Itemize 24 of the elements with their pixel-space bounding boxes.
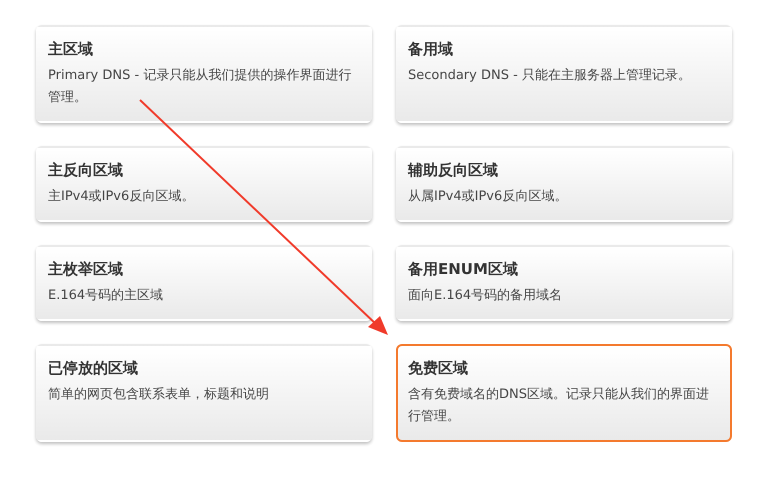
- zone-title: 免费区域: [408, 358, 469, 379]
- zone-description: 从属IPv4或IPv6反向区域。: [408, 188, 568, 206]
- zone-description: 简单的网页包含联系表单，标题和说明: [48, 386, 270, 404]
- zone-option-card[interactable]: 备用ENUM区域 面向E.164号码的备用域名: [396, 245, 732, 321]
- zone-description: 主IPv4或IPv6反向区域。: [48, 188, 196, 206]
- zone-option-card[interactable]: 主区域 Primary DNS - 记录只能从我们提供的操作界面进行管理。: [36, 25, 372, 123]
- zone-description: 面向E.164号码的备用域名: [408, 287, 564, 305]
- zone-option-card[interactable]: 辅助反向区域 从属IPv4或IPv6反向区域。: [396, 146, 732, 222]
- zone-title: 备用域: [408, 39, 454, 60]
- zone-title: 主枚举区域: [48, 259, 124, 280]
- zone-description: E.164号码的主区域: [48, 287, 164, 305]
- zone-option-card[interactable]: 备用域 Secondary DNS - 只能在主服务器上管理记录。: [396, 25, 732, 123]
- zone-option-card[interactable]: 主枚举区域 E.164号码的主区域: [36, 245, 372, 321]
- zone-description: 含有免费域名的DNS区域。记录只能从我们的界面进行管理。: [408, 386, 710, 426]
- zone-description: Primary DNS - 记录只能从我们提供的操作界面进行管理。: [48, 67, 352, 107]
- zone-title: 辅助反向区域: [408, 160, 499, 181]
- zone-option-card[interactable]: 已停放的区域 简单的网页包含联系表单，标题和说明: [36, 344, 372, 442]
- zone-option-card[interactable]: 主反向区域 主IPv4或IPv6反向区域。: [36, 146, 372, 222]
- zone-title: 主反向区域: [48, 160, 124, 181]
- zone-description: Secondary DNS - 只能在主服务器上管理记录。: [408, 67, 692, 85]
- zone-title: 主区域: [48, 39, 94, 60]
- zone-title: 备用ENUM区域: [408, 259, 519, 280]
- zone-title: 已停放的区域: [48, 358, 139, 379]
- zone-option-card[interactable]: 免费区域 含有免费域名的DNS区域。记录只能从我们的界面进行管理。: [396, 344, 732, 442]
